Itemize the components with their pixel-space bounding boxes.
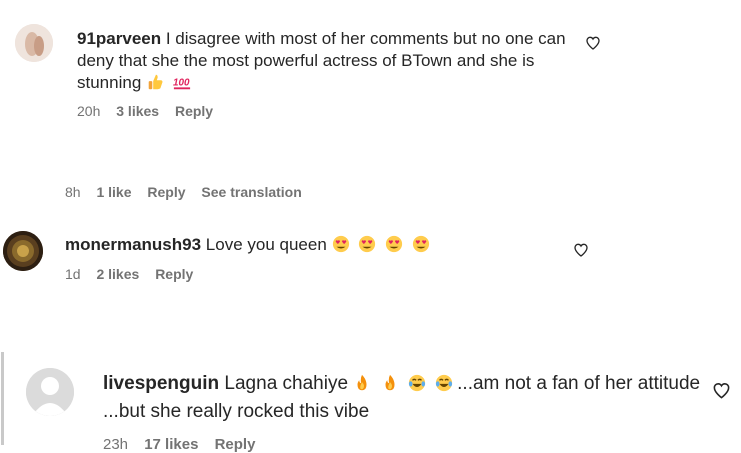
fire-icon [357,374,367,391]
comment-username[interactable]: livespenguin [103,373,219,394]
avatar[interactable] [26,368,74,416]
thumbs-up-icon [148,74,163,90]
comment-time[interactable]: 8h [65,184,81,200]
heart-outline-icon[interactable] [712,381,731,400]
heart-eyes-icon [359,235,376,253]
hundred-points-icon: 100 [173,78,190,90]
heart-eyes-icon [332,235,349,253]
heart-eyes-icon [385,235,403,253]
avatar[interactable] [15,24,53,62]
svg-text:100: 100 [173,78,190,89]
comment-username[interactable]: monermanush93 [65,235,201,254]
tears-of-joy-icon [408,374,425,392]
comment-meta: 1d 2 likes Reply [65,266,205,282]
tears-of-joy-icon [436,374,453,392]
fire-icon [385,374,395,391]
reply-indicator-bar [1,352,4,445]
reply-button[interactable]: Reply [155,266,193,282]
heart-eyes-icon [412,235,429,253]
heart-outline-icon[interactable] [573,242,589,258]
comment-body: livespenguin Lagna chahiye ...am not a f… [103,370,703,425]
comment-meta: 8h 1 like Reply See translation [65,184,314,200]
comment-body: monermanush93 Love you queen [65,234,565,256]
likes-count[interactable]: 1 like [96,184,131,200]
likes-count[interactable]: 2 likes [96,266,139,282]
reply-button[interactable]: Reply [175,103,213,119]
heart-outline-icon[interactable] [585,35,601,51]
comment-meta: 20h 3 likes Reply [77,103,225,119]
comment-username[interactable]: 91parveen [77,29,161,48]
reply-button[interactable]: Reply [147,184,185,200]
comment-text: Lagna chahiye [224,373,349,394]
likes-count[interactable]: 3 likes [116,103,159,119]
comment-text: Love you queen [205,235,327,254]
avatar[interactable] [3,231,43,271]
comment-body: 91parveen I disagree with most of her co… [77,28,577,94]
comment-time[interactable]: 20h [77,103,100,119]
see-translation-button[interactable]: See translation [201,184,301,200]
comment-time[interactable]: 1d [65,266,81,282]
